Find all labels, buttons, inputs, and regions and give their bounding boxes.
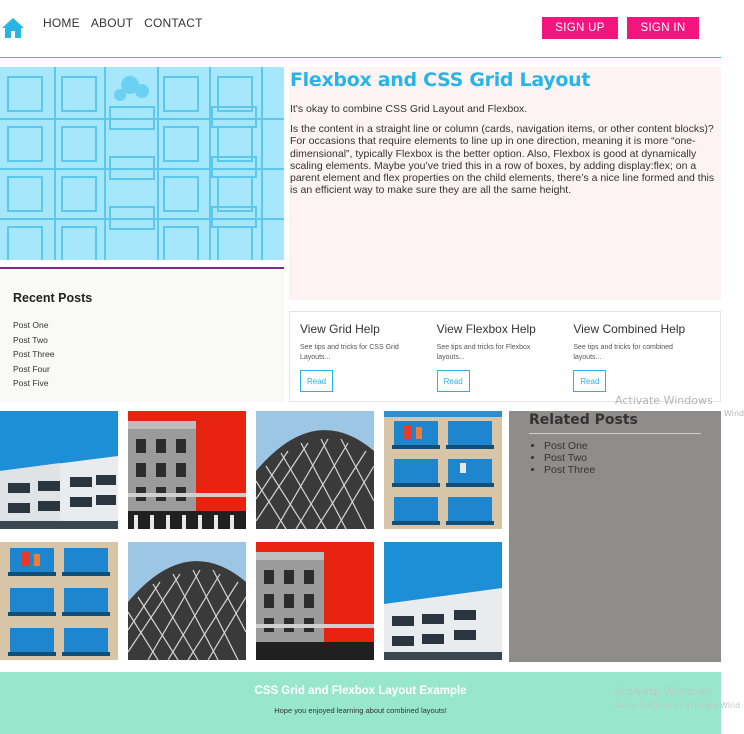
read-combined-help-button[interactable]: Read [573, 370, 607, 392]
recent-post-item[interactable]: Post Five [13, 376, 271, 391]
gallery-image[interactable] [128, 411, 246, 529]
recent-post-item[interactable]: Post Three [13, 347, 271, 362]
nav-about-link[interactable]: ABOUT [91, 16, 133, 30]
article-intro: It's okay to combine CSS Grid Layout and… [290, 103, 528, 115]
related-posts-title: Related Posts [529, 411, 701, 434]
hero-image [0, 67, 284, 260]
gallery-image[interactable] [0, 542, 118, 660]
help-card-desc: See tips and tricks for CSS Grid Layouts… [300, 344, 399, 361]
help-card-desc: See tips and tricks for Flexbox layouts.… [436, 344, 531, 361]
hero-divider [0, 267, 284, 269]
gallery-image[interactable] [256, 411, 374, 529]
activate-windows-watermark: Activate Windows [615, 685, 713, 698]
footer-subtitle: Hope you enjoyed learning about combined… [274, 706, 447, 715]
gallery-image[interactable] [256, 542, 374, 660]
recent-posts-list: Post One Post Two Post Three Post Four P… [13, 318, 271, 391]
help-cards: View Grid Help See tips and tricks for C… [289, 311, 721, 402]
recent-posts-panel: Recent Posts Post One Post Two Post Thre… [0, 271, 284, 402]
related-post-item[interactable]: Post Two [544, 452, 701, 464]
gallery-image[interactable] [384, 411, 502, 529]
read-grid-help-button[interactable]: Read [300, 370, 333, 392]
read-flexbox-help-button[interactable]: Read [436, 370, 470, 392]
related-post-item[interactable]: Post One [544, 440, 701, 452]
recent-post-item[interactable]: Post Two [13, 333, 271, 348]
help-card-desc: See tips and tricks for combined layouts… [573, 344, 673, 361]
site-header: HOME ABOUT CONTACT SIGN UP SIGN IN [0, 0, 721, 58]
gallery-image[interactable] [384, 542, 502, 660]
nav-home-link[interactable]: HOME [43, 16, 80, 30]
footer-title: CSS Grid and Flexbox Layout Example [254, 685, 467, 697]
article-body: Is the content in a straight line or col… [290, 123, 715, 197]
help-card-flexbox: View Flexbox Help See tips and tricks fo… [436, 322, 574, 392]
activate-windows-settings-hint: Go to Settings to activate Wind [615, 701, 741, 710]
activate-windows-watermark-edge: Wind [724, 409, 744, 418]
main-nav: HOME ABOUT CONTACT [43, 16, 203, 30]
hero-building-illustration [0, 67, 284, 260]
main-article: Flexbox and CSS Grid Layout It's okay to… [289, 67, 721, 300]
related-posts-list: Post One Post Two Post Three [529, 440, 701, 476]
site-footer: CSS Grid and Flexbox Layout Example Hope… [0, 672, 721, 734]
nav-contact-link[interactable]: CONTACT [144, 16, 203, 30]
image-gallery [0, 411, 504, 660]
gallery-image[interactable] [0, 411, 118, 529]
help-card-title: View Combined Help [573, 322, 686, 336]
help-card-title: View Grid Help [300, 322, 380, 336]
article-title: Flexbox and CSS Grid Layout [290, 69, 591, 91]
recent-post-item[interactable]: Post One [13, 318, 271, 333]
recent-posts-title: Recent Posts [13, 291, 93, 305]
sign-up-button[interactable]: SIGN UP [542, 17, 618, 39]
help-card-grid: View Grid Help See tips and tricks for C… [300, 322, 437, 392]
related-post-item[interactable]: Post Three [544, 464, 701, 476]
gallery-image[interactable] [128, 542, 246, 660]
help-card-title: View Flexbox Help [436, 322, 536, 336]
recent-post-item[interactable]: Post Four [13, 362, 271, 377]
activate-windows-watermark: Activate Windows [615, 394, 713, 407]
sign-in-button[interactable]: SIGN IN [627, 17, 699, 39]
help-card-combined: View Combined Help See tips and tricks f… [573, 322, 710, 392]
home-icon[interactable] [1, 17, 25, 39]
related-posts-panel: Related Posts Post One Post Two Post Thr… [509, 411, 721, 662]
